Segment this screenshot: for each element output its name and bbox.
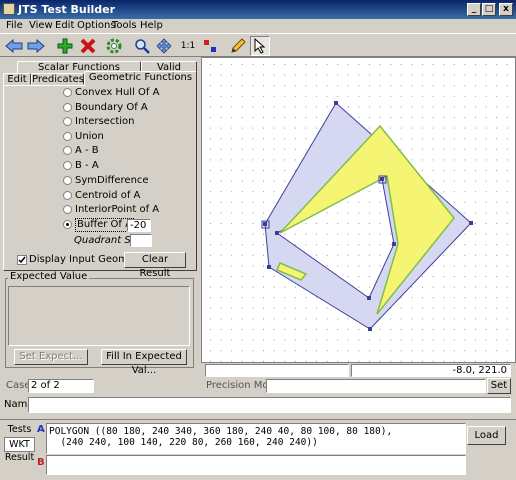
- close-button[interactable]: x: [499, 3, 513, 16]
- display-input-checkbox[interactable]: [17, 255, 27, 265]
- geometry-vertex: [275, 231, 279, 235]
- function-label: SymDifference: [75, 175, 149, 186]
- radio-button[interactable]: [63, 205, 72, 214]
- function-label: Centroid of A: [75, 190, 141, 201]
- checkmark-icon: [18, 256, 26, 264]
- menu-edit[interactable]: Edit: [55, 19, 74, 33]
- minimize-button[interactable]: _: [467, 3, 481, 16]
- delete-case-icon[interactable]: [78, 36, 98, 56]
- fill-expected-button[interactable]: Fill In Expected Val...: [101, 349, 187, 376]
- tab-result[interactable]: Result: [4, 451, 35, 464]
- function-label: B - A: [75, 160, 99, 171]
- function-label: InteriorPoint of A: [75, 204, 160, 215]
- radio-button[interactable]: [63, 117, 72, 126]
- draw-pencil-icon[interactable]: [228, 36, 248, 56]
- maximize-button[interactable]: □: [482, 3, 496, 16]
- menu-help[interactable]: Help: [140, 19, 163, 33]
- tab-geometric-functions[interactable]: Geometric Functions: [84, 71, 197, 86]
- menu-options[interactable]: Options: [77, 19, 116, 33]
- case-field: 2 of 2: [28, 379, 94, 393]
- function-label: Convex Hull Of A: [75, 87, 160, 98]
- radio-button[interactable]: [63, 88, 72, 97]
- geometry-vertex: [267, 265, 271, 269]
- function-label: Boundary Of A: [75, 102, 148, 113]
- function-label: A - B: [75, 145, 99, 156]
- geometry-vertex: [263, 222, 267, 226]
- title-bar: JTS Test Builder _ □ x: [0, 0, 516, 19]
- geometry-vertex: [380, 177, 384, 181]
- radio-button[interactable]: [63, 132, 72, 141]
- geometry-canvas[interactable]: [201, 57, 516, 363]
- clear-result-button[interactable]: Clear Result: [124, 252, 186, 279]
- function-label: Union: [75, 131, 104, 142]
- tab-edit[interactable]: Edit: [3, 73, 31, 85]
- menu-view[interactable]: View: [29, 19, 53, 33]
- radio-button[interactable]: [63, 146, 72, 155]
- one-to-one-label[interactable]: 1:1: [178, 36, 198, 56]
- expected-value-area[interactable]: [8, 286, 190, 346]
- zoom-icon[interactable]: [132, 36, 152, 56]
- radio-button[interactable]: [63, 176, 72, 185]
- geometry-a-marker: A: [37, 424, 45, 435]
- set-expect-button[interactable]: Set Expect...: [14, 349, 88, 365]
- menu-bar: File View Edit Options Tools Help: [0, 19, 516, 33]
- radio-button[interactable]: [63, 191, 72, 200]
- geometry-vertex: [368, 327, 372, 331]
- toolbar: 1:1: [0, 33, 516, 57]
- radio-button-selected[interactable]: [63, 220, 72, 229]
- menu-tools[interactable]: Tools: [112, 19, 137, 33]
- window-title: JTS Test Builder: [18, 3, 116, 16]
- set-precision-button[interactable]: Set: [487, 378, 511, 394]
- case-label: Case: [6, 380, 31, 391]
- settings-gear-icon[interactable]: [104, 36, 124, 56]
- name-input[interactable]: [28, 397, 511, 413]
- next-arrow-icon[interactable]: [26, 36, 46, 56]
- menu-file[interactable]: File: [6, 19, 23, 33]
- select-pointer-icon[interactable]: [250, 36, 270, 56]
- geometry-vertex: [469, 221, 473, 225]
- add-case-icon[interactable]: [55, 36, 75, 56]
- app-icon: [3, 3, 15, 15]
- tab-wkt[interactable]: WKT: [4, 437, 35, 452]
- split-divider[interactable]: [199, 57, 201, 377]
- precision-model-field: [266, 379, 486, 393]
- radio-button[interactable]: [63, 103, 72, 112]
- quadrant-segs-input[interactable]: [130, 234, 152, 247]
- geometry-vertex: [334, 101, 338, 105]
- status-field: [205, 364, 349, 377]
- radio-button[interactable]: [63, 161, 72, 170]
- pan-icon[interactable]: [154, 36, 174, 56]
- buffer-distance-input[interactable]: -20: [127, 219, 151, 232]
- geometry-b-marker: B: [37, 457, 45, 468]
- function-label: Intersection: [75, 116, 135, 127]
- previous-arrow-icon[interactable]: [4, 36, 24, 56]
- load-button[interactable]: Load: [467, 426, 506, 445]
- tab-predicates[interactable]: Predicates: [31, 73, 84, 85]
- geometry-vertex: [367, 296, 371, 300]
- geometry-vertex: [392, 242, 396, 246]
- expected-value-label: Expected Value: [8, 271, 90, 283]
- geometry-drawing[interactable]: [202, 58, 515, 362]
- grid-points-icon[interactable]: [200, 36, 220, 56]
- tab-tests[interactable]: Tests: [4, 423, 35, 436]
- wkt-input-b[interactable]: [46, 455, 466, 475]
- cursor-coordinates: -8.0, 221.0: [351, 364, 511, 377]
- wkt-input-a[interactable]: POLYGON ((80 180, 240 340, 360 180, 240 …: [46, 423, 466, 454]
- function-label: Buffer Of A: [75, 218, 134, 232]
